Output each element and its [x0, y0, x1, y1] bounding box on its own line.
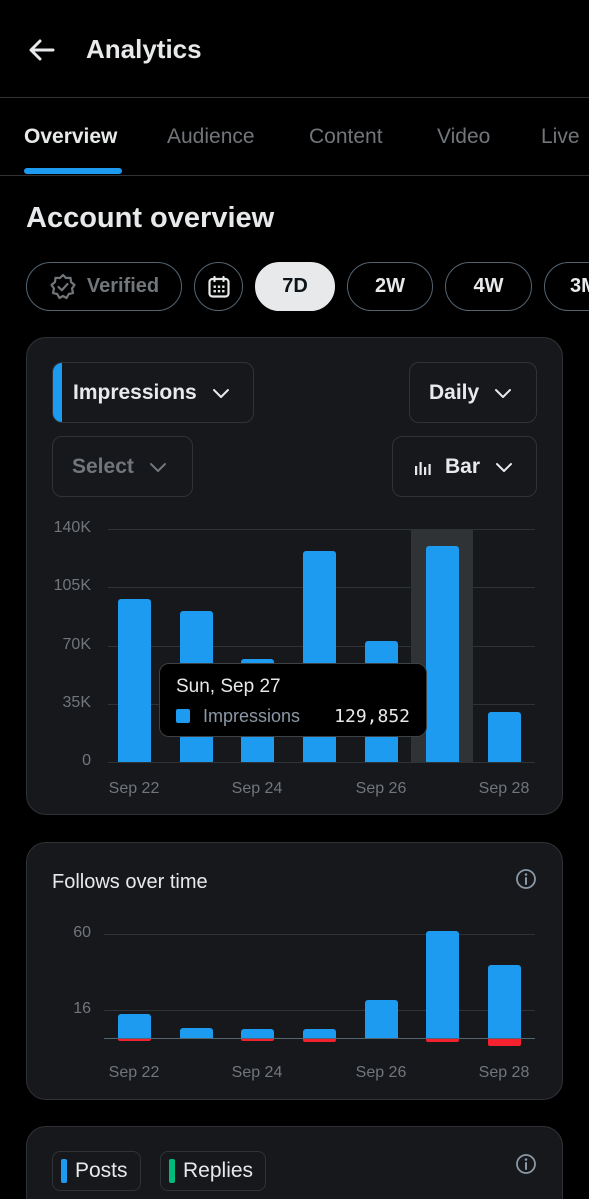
gridline: [108, 529, 535, 530]
y-tick-label: 105K: [53, 577, 91, 595]
unfollows-bar: [425, 1039, 459, 1043]
x-tick-label: Sep 28: [478, 1064, 530, 1081]
chart-bar: [117, 598, 151, 762]
metric-color-indicator: [53, 363, 62, 422]
chevron-down-icon: [212, 388, 229, 398]
legend-replies-chip[interactable]: Replies: [160, 1151, 267, 1191]
tab-content[interactable]: Content: [309, 125, 383, 149]
calendar-button[interactable]: [194, 262, 243, 311]
metric-label: Impressions: [73, 380, 197, 404]
x-tick-label: Sep 24: [231, 1064, 283, 1081]
legend-replies-label: Replies: [183, 1159, 254, 1182]
x-tick-label: Sep 22: [108, 780, 160, 797]
x-tick-label: Sep 24: [231, 780, 283, 797]
verified-filter-chip[interactable]: Verified: [26, 262, 182, 311]
badge-check-icon: [50, 273, 76, 299]
x-tick-label: Sep 28: [478, 780, 530, 797]
follows-bar: [117, 1013, 151, 1038]
bar-chart-icon: [415, 461, 431, 475]
range-4w-chip[interactable]: 4W: [445, 262, 532, 311]
posts-color-indicator: [61, 1159, 67, 1183]
info-icon[interactable]: [515, 1153, 537, 1175]
range-3m-chip[interactable]: 3M: [544, 262, 589, 311]
gridline: [104, 934, 535, 935]
tooltip-series-swatch: [176, 709, 190, 723]
tooltip-series-label: Impressions: [203, 706, 301, 726]
follows-bar: [487, 965, 521, 1038]
y-tick-label: 35K: [62, 693, 91, 711]
calendar-icon: [207, 275, 230, 298]
follows-bar: [302, 1029, 336, 1038]
follows-bar: [425, 930, 459, 1038]
tab-overview[interactable]: Overview: [24, 125, 117, 149]
chevron-down-icon: [496, 462, 513, 472]
posts-card: Posts Replies: [26, 1126, 563, 1199]
back-button[interactable]: [26, 34, 58, 66]
unfollows-bar: [487, 1039, 521, 1046]
arrow-left-icon: [29, 39, 55, 61]
chart-type-label: Bar: [445, 454, 481, 478]
follows-bar: [240, 1029, 274, 1038]
replies-color-indicator: [169, 1159, 175, 1183]
chart-tooltip: Sun, Sep 27 Impressions 129,852: [159, 663, 427, 737]
range-7d-chip[interactable]: 7D: [255, 262, 335, 311]
compare-dropdown[interactable]: Select: [52, 436, 193, 497]
tab-video[interactable]: Video: [437, 125, 490, 149]
page-title: Analytics: [86, 34, 202, 64]
chart-bar: [487, 712, 521, 762]
metric-dropdown[interactable]: Impressions: [52, 362, 254, 423]
chevron-down-icon: [149, 462, 166, 472]
range-2w-chip[interactable]: 2W: [347, 262, 433, 311]
follows-bar: [179, 1027, 213, 1038]
verified-label: Verified: [86, 275, 160, 297]
gridline: [104, 1010, 535, 1012]
top-bar: Analytics: [0, 0, 589, 98]
info-icon[interactable]: [515, 868, 537, 890]
y-tick-label: 16: [73, 1000, 91, 1018]
x-tick-label: Sep 22: [108, 1064, 160, 1081]
x-tick-label: Sep 26: [355, 780, 407, 797]
x-tick-label: Sep 26: [355, 1064, 407, 1081]
filter-chips: Verified 7D 2W 4W 3M: [0, 262, 589, 312]
follows-card-title: Follows over time: [52, 871, 208, 893]
chart-bar: [425, 545, 459, 762]
y-tick-label: 70K: [62, 635, 91, 653]
tooltip-value: 129,852: [334, 706, 410, 727]
unfollows-bar: [117, 1039, 151, 1041]
tab-audience[interactable]: Audience: [167, 125, 255, 149]
follows-card: Follows over time: [26, 842, 563, 1100]
chevron-down-icon: [495, 388, 512, 398]
compare-label: Select: [72, 454, 134, 478]
y-tick-label: 60: [73, 924, 91, 941]
follows-bar: [364, 999, 398, 1038]
legend-posts-label: Posts: [75, 1159, 128, 1182]
tab-live[interactable]: Live: [541, 125, 580, 149]
y-tick-label: 140K: [53, 519, 91, 536]
section-title: Account overview: [26, 202, 275, 234]
tab-bar: Overview Audience Content Video Live: [0, 99, 589, 176]
tooltip-date: Sun, Sep 27: [176, 676, 281, 697]
unfollows-bar: [302, 1039, 336, 1043]
y-tick-label: 0: [82, 752, 91, 769]
interval-label: Daily: [429, 380, 480, 404]
active-tab-indicator: [24, 168, 122, 174]
gridline: [108, 762, 535, 763]
unfollows-bar: [240, 1039, 274, 1041]
interval-dropdown[interactable]: Daily: [409, 362, 537, 423]
chart-type-dropdown[interactable]: Bar: [392, 436, 537, 497]
legend-posts-chip[interactable]: Posts: [52, 1151, 141, 1191]
impressions-card: Impressions Daily Select Bar: [26, 337, 563, 815]
